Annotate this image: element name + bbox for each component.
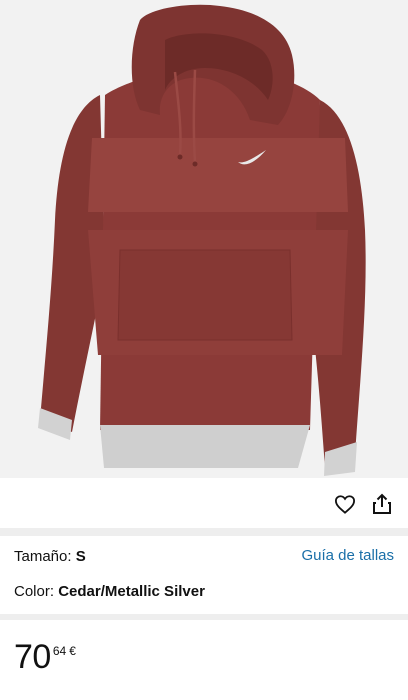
hoodie-illustration — [0, 0, 408, 478]
size-guide-link[interactable]: Guía de tallas — [301, 547, 394, 564]
product-image[interactable] — [0, 0, 408, 478]
product-actions — [0, 478, 408, 528]
price-currency: € — [69, 644, 76, 658]
size-value: S — [75, 548, 86, 565]
size-label: Tamaño: — [14, 548, 72, 565]
heart-icon[interactable] — [333, 492, 357, 516]
color-label: Color: — [14, 583, 55, 600]
color-row: Color: Cedar/Metallic Silver — [14, 583, 205, 600]
price-fraction: 64 — [52, 644, 67, 658]
price-whole: 70 — [14, 638, 51, 676]
share-icon[interactable] — [370, 492, 394, 516]
color-value: Cedar/Metallic Silver — [58, 583, 205, 600]
price: 70 64 € — [14, 640, 76, 674]
size-row: Tamaño: S — [14, 548, 86, 565]
product-page: Tamaño: S Guía de tallas Color: Cedar/Me… — [0, 0, 408, 700]
section-divider — [0, 614, 408, 620]
section-divider — [0, 528, 408, 536]
